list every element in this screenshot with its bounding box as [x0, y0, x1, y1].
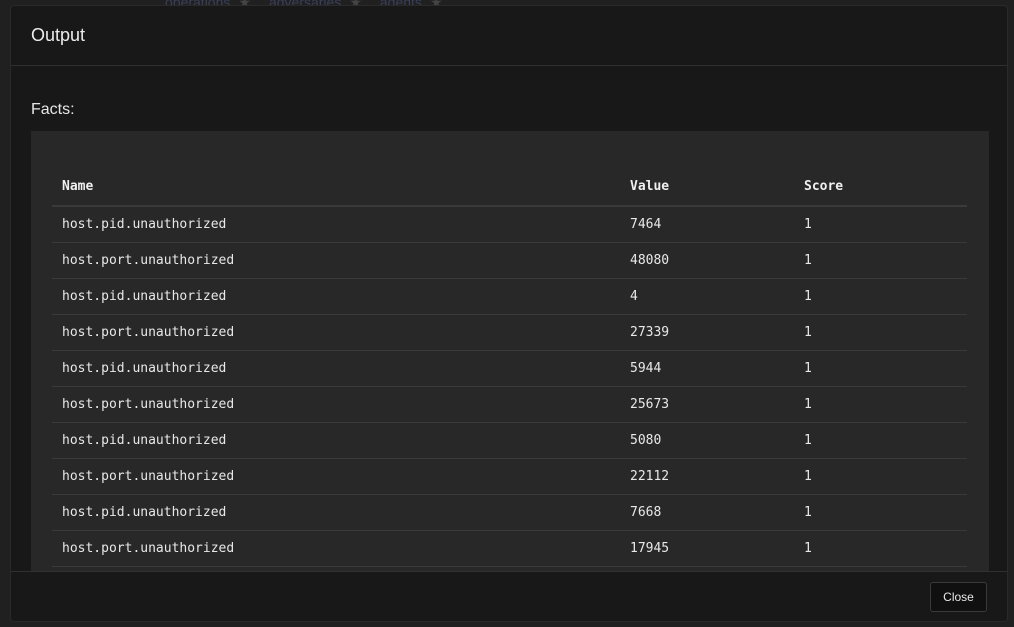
cell-score: 1: [794, 350, 967, 387]
cell-value: 5080: [620, 422, 794, 459]
cell-value: 27339: [620, 314, 794, 351]
modal-title: Output: [31, 25, 86, 45]
table-row: host.pid.unauthorized 5944 1: [52, 350, 967, 387]
cell-score: 1: [794, 278, 967, 315]
cell-value: 7668: [620, 494, 794, 531]
cell-value: 25673: [620, 386, 794, 423]
cell-score: 1: [794, 494, 967, 531]
modal-footer: Close: [11, 571, 1007, 621]
cell-score: 1: [794, 422, 967, 459]
table-row: host.port.unauthorized 48080 1: [52, 242, 967, 279]
cell-value: 4: [620, 278, 794, 315]
cell-value: 48080: [620, 242, 794, 279]
table-row: host.pid.unauthorized 7668 1: [52, 494, 967, 531]
facts-label: Facts:: [31, 101, 75, 118]
modal-header: Output: [11, 6, 1007, 66]
cell-value: 22112: [620, 458, 794, 495]
table-row: host.pid.unauthorized 4 1: [52, 278, 967, 315]
table-row: host.port.unauthorized 22112 1: [52, 458, 967, 495]
cell-score: 1: [794, 206, 967, 243]
cell-name: host.port.unauthorized: [52, 458, 620, 495]
modal-body[interactable]: Facts: Name Value Score host.pid.unautho…: [11, 67, 1007, 572]
cell-name: host.port.unauthorized: [52, 386, 620, 423]
cell-name: host.pid.unauthorized: [52, 494, 620, 531]
table-row: host.port.unauthorized 17945 1: [52, 530, 967, 567]
cell-score: 1: [794, 458, 967, 495]
column-header-name: Name: [52, 167, 620, 207]
table-row: host.port.unauthorized 25673 1: [52, 386, 967, 423]
table-row: host.pid.unauthorized 7464 1: [52, 206, 967, 243]
cell-name: host.pid.unauthorized: [52, 278, 620, 315]
facts-table: Name Value Score host.pid.unauthorized 74…: [52, 167, 967, 567]
facts-panel: Name Value Score host.pid.unauthorized 74…: [31, 131, 989, 572]
table-row: host.pid.unauthorized 5080 1: [52, 422, 967, 459]
cell-name: host.port.unauthorized: [52, 314, 620, 351]
output-modal: Output Facts: Name Value Score host.pid.…: [10, 5, 1008, 622]
facts-table-body: host.pid.unauthorized 7464 1 host.port.unau…: [52, 206, 967, 567]
table-row: host.port.unauthorized 27339 1: [52, 314, 967, 351]
cell-score: 1: [794, 530, 967, 567]
cell-score: 1: [794, 314, 967, 351]
cell-name: host.port.unauthorized: [52, 530, 620, 567]
cell-score: 1: [794, 242, 967, 279]
cell-value: 17945: [620, 530, 794, 567]
cell-name: host.pid.unauthorized: [52, 206, 620, 243]
table-header-row: Name Value Score: [52, 167, 967, 207]
cell-value: 5944: [620, 350, 794, 387]
column-header-value: Value: [620, 167, 794, 207]
cell-score: 1: [794, 386, 967, 423]
cell-value: 7464: [620, 206, 794, 243]
cell-name: host.port.unauthorized: [52, 242, 620, 279]
column-header-score: Score: [794, 167, 967, 207]
cell-name: host.pid.unauthorized: [52, 350, 620, 387]
cell-name: host.pid.unauthorized: [52, 422, 620, 459]
close-button[interactable]: Close: [930, 582, 987, 612]
